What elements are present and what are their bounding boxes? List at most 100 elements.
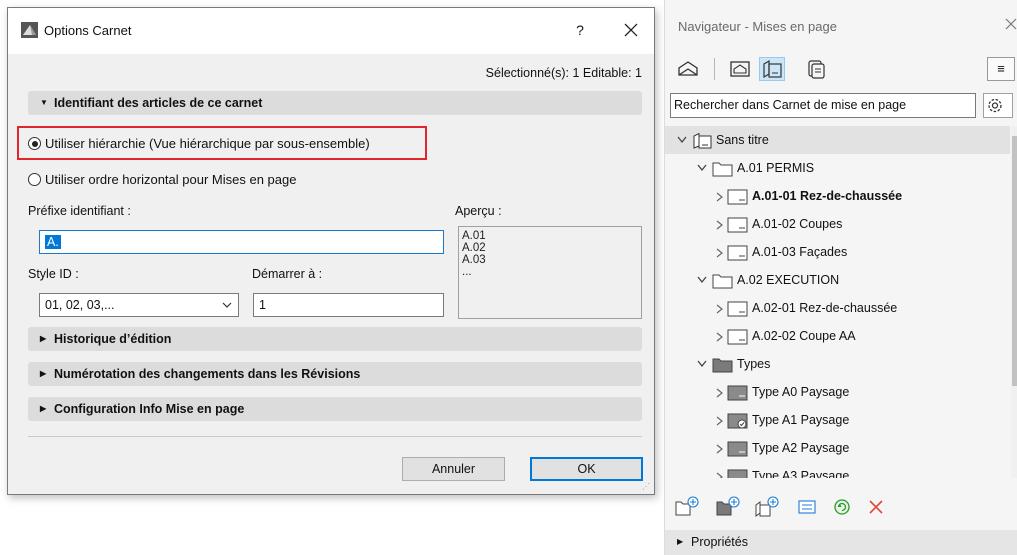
collapsed-triangle-icon: ▶ xyxy=(40,368,47,378)
chevron-right-icon[interactable] xyxy=(714,471,726,478)
chevron-right-icon[interactable] xyxy=(714,415,726,427)
chevron-right-icon[interactable] xyxy=(714,247,726,259)
layout-book-tab[interactable] xyxy=(759,57,785,81)
close-icon xyxy=(624,23,638,37)
collapsed-triangle-icon: ▶ xyxy=(677,537,684,547)
chevron-down-icon[interactable] xyxy=(696,275,708,285)
refresh-icon[interactable] xyxy=(831,496,853,518)
new-layout-icon[interactable] xyxy=(755,496,781,518)
menu-button[interactable]: ≡ xyxy=(987,57,1015,81)
dialog-title: Options Carnet xyxy=(44,23,132,38)
master-layout-default-icon xyxy=(727,413,748,429)
chevron-right-icon[interactable] xyxy=(714,387,726,399)
close-button[interactable] xyxy=(616,16,646,44)
toolbar-separator xyxy=(714,58,715,80)
radio-button-checked[interactable] xyxy=(28,137,41,151)
scrollbar-thumb[interactable] xyxy=(1012,136,1017,386)
navigator-bottom-toolbar xyxy=(665,484,1017,524)
master-layout-icon xyxy=(727,469,748,478)
resize-grip-icon[interactable]: ⋰ xyxy=(642,482,652,492)
chevron-down-icon[interactable] xyxy=(696,163,708,173)
tree-item-master-layout[interactable]: Type A2 Paysage xyxy=(665,434,1010,462)
layout-tree: Sans titre A.01 PERMIS A.01-01 Rez-de-ch… xyxy=(665,126,1010,478)
master-layout-icon xyxy=(727,441,748,457)
preview-box: A.01 A.02 A.03 ... xyxy=(458,226,642,319)
start-at-input[interactable]: 1 xyxy=(253,293,444,317)
tree-item-master-layout[interactable]: Type A3 Paysage xyxy=(665,462,1010,478)
tree-item-layout[interactable]: A.02-01 Rez-de-chaussée xyxy=(665,294,1010,322)
chevron-down-icon xyxy=(222,302,232,308)
selection-status: Sélectionné(s): 1 Editable: 1 xyxy=(485,66,642,80)
tree-item-masters-folder[interactable]: Types xyxy=(665,350,1010,378)
close-icon[interactable] xyxy=(1005,18,1017,30)
help-button[interactable]: ? xyxy=(568,19,592,41)
section-layout-info-config[interactable]: ▶ Configuration Info Mise en page xyxy=(28,397,642,421)
tree-item-layout[interactable]: A.01-03 Façades xyxy=(665,238,1010,266)
tree-item-master-layout[interactable]: Type A0 Paysage xyxy=(665,378,1010,406)
settings-button[interactable] xyxy=(983,93,1013,118)
cancel-button[interactable]: Annuler xyxy=(402,457,505,481)
tree-item-master-layout[interactable]: Type A1 Paysage xyxy=(665,406,1010,434)
collapsed-triangle-icon: ▶ xyxy=(40,333,47,343)
properties-section[interactable]: ▶ Propriétés xyxy=(665,530,1017,555)
options-carnet-dialog: Options Carnet ? Sélectionné(s): 1 Edita… xyxy=(7,7,655,495)
preview-line: A.03 xyxy=(462,254,486,266)
delete-icon[interactable] xyxy=(865,496,887,518)
publisher-sets-icon[interactable] xyxy=(803,57,829,81)
tree-item-layout[interactable]: A.01-01 Rez-de-chaussée xyxy=(665,182,1010,210)
start-at-label: Démarrer à : xyxy=(252,267,323,281)
layout-icon xyxy=(727,245,748,261)
view-map-icon[interactable] xyxy=(727,57,753,81)
navigator-title: Navigateur - Mises en page xyxy=(678,19,837,34)
folder-icon xyxy=(712,162,733,177)
prefix-input[interactable]: A. xyxy=(39,230,444,254)
chevron-right-icon[interactable] xyxy=(714,331,726,343)
radio-button-unchecked[interactable] xyxy=(28,173,41,187)
radio-use-horizontal[interactable]: Utiliser ordre horizontal pour Mises en … xyxy=(28,171,296,187)
project-map-icon[interactable] xyxy=(675,57,701,81)
layout-icon xyxy=(727,189,748,205)
gear-icon xyxy=(988,98,1002,113)
tree-item-layout[interactable]: A.02-02 Coupe AA xyxy=(665,322,1010,350)
tree-item-layout[interactable]: A.01-02 Coupes xyxy=(665,210,1010,238)
app-icon xyxy=(21,22,38,38)
settings-list-icon[interactable] xyxy=(796,496,818,518)
divider xyxy=(28,436,642,437)
folder-icon xyxy=(712,274,733,289)
ok-button[interactable]: OK xyxy=(530,457,643,481)
section-identifier[interactable]: ▼ Identifiant des articles de ce carnet xyxy=(28,91,642,115)
prefix-label: Préfixe identifiant : xyxy=(28,204,131,218)
chevron-down-icon[interactable] xyxy=(696,359,708,369)
layout-icon xyxy=(727,329,748,345)
chevron-right-icon[interactable] xyxy=(714,443,726,455)
new-master-icon[interactable] xyxy=(716,496,742,518)
chevron-right-icon[interactable] xyxy=(714,303,726,315)
preview-line: A.02 xyxy=(462,242,486,254)
preview-label: Aperçu : xyxy=(455,204,502,218)
layout-book-icon xyxy=(763,59,782,79)
chevron-right-icon[interactable] xyxy=(714,191,726,203)
section-revision-numbering[interactable]: ▶ Numérotation des changements dans les R… xyxy=(28,362,642,386)
chevron-right-icon[interactable] xyxy=(714,219,726,231)
preview-line: ... xyxy=(462,266,472,278)
preview-line: A.01 xyxy=(462,230,486,242)
style-id-label: Style ID : xyxy=(28,267,79,281)
tree-item-subset[interactable]: A.02 EXECUTION xyxy=(665,266,1010,294)
navigator-panel: Navigateur - Mises en page ≡ Rechercher … xyxy=(664,0,1017,555)
expanded-triangle-icon: ▼ xyxy=(40,97,48,107)
folder-filled-icon xyxy=(712,358,733,373)
layout-icon xyxy=(727,301,748,317)
layout-book-icon xyxy=(693,133,712,149)
dialog-titlebar: Options Carnet ? xyxy=(8,8,654,54)
collapsed-triangle-icon: ▶ xyxy=(40,403,47,413)
tree-item-book[interactable]: Sans titre xyxy=(665,126,1010,154)
chevron-down-icon[interactable] xyxy=(676,135,688,145)
tree-item-subset[interactable]: A.01 PERMIS xyxy=(665,154,1010,182)
new-subset-icon[interactable] xyxy=(675,496,701,518)
radio-use-hierarchy[interactable]: Utiliser hiérarchie (Vue hiérarchique pa… xyxy=(28,135,370,151)
style-id-select[interactable]: 01, 02, 03,... xyxy=(39,293,239,317)
layout-icon xyxy=(727,217,748,233)
master-layout-icon xyxy=(727,385,748,401)
section-edit-history[interactable]: ▶ Historique d’édition xyxy=(28,327,642,351)
search-input[interactable]: Rechercher dans Carnet de mise en page xyxy=(670,93,976,118)
